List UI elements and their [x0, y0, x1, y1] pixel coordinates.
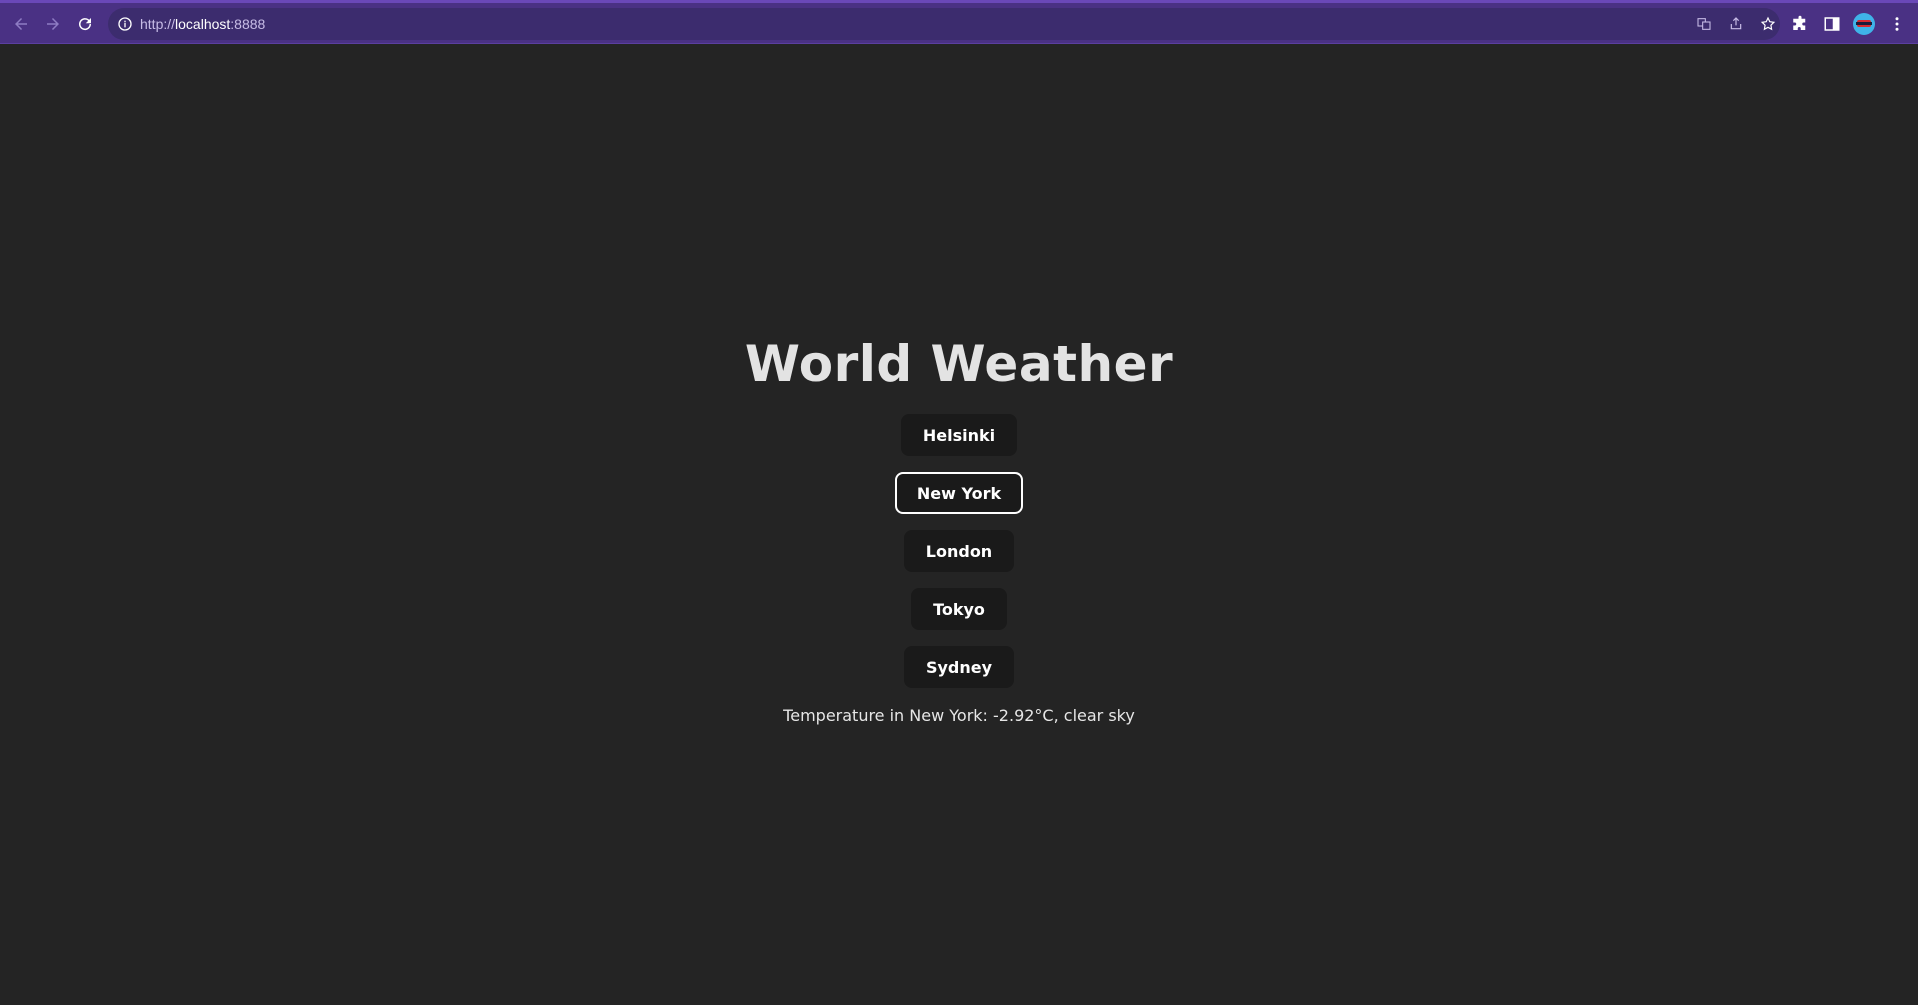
- city-button-list: Helsinki New York London Tokyo Sydney: [894, 414, 1024, 704]
- reload-button[interactable]: [71, 10, 99, 38]
- url-text: http://localhost:8888: [140, 16, 265, 32]
- translate-icon[interactable]: [1695, 15, 1713, 33]
- side-panel-icon: [1824, 17, 1840, 31]
- site-info-icon[interactable]: [116, 15, 134, 33]
- forward-arrow-icon: [47, 18, 59, 30]
- city-button-new-york[interactable]: New York: [894, 472, 1024, 514]
- weather-app: World Weather Helsinki New York London T…: [0, 44, 1918, 1005]
- bookmark-star-icon[interactable]: [1759, 15, 1777, 33]
- address-bar[interactable]: http://localhost:8888: [108, 8, 1780, 40]
- weather-result-text: Temperature in New York: -2.92°C, clear …: [783, 706, 1135, 725]
- kebab-menu-icon: [1895, 17, 1899, 31]
- share-icon[interactable]: [1727, 15, 1745, 33]
- browser-menu-button[interactable]: [1884, 11, 1910, 37]
- side-panel-button[interactable]: [1819, 11, 1845, 37]
- url-host: localhost: [175, 16, 231, 32]
- url-port: :8888: [230, 16, 266, 32]
- city-button-sydney[interactable]: Sydney: [903, 646, 1015, 688]
- back-button[interactable]: [7, 10, 35, 38]
- forward-button[interactable]: [39, 10, 67, 38]
- profile-avatar[interactable]: [1853, 13, 1875, 35]
- city-button-london[interactable]: London: [903, 530, 1015, 572]
- puzzle-icon: [1793, 15, 1806, 30]
- extensions-button[interactable]: [1787, 11, 1813, 37]
- back-arrow-icon: [15, 18, 27, 30]
- page-title: World Weather: [744, 335, 1174, 393]
- reload-icon: [79, 18, 92, 31]
- browser-toolbar: http://localhost:8888: [0, 0, 1918, 44]
- url-scheme: http://: [140, 16, 176, 32]
- city-button-tokyo[interactable]: Tokyo: [911, 588, 1007, 630]
- city-button-helsinki[interactable]: Helsinki: [900, 414, 1018, 456]
